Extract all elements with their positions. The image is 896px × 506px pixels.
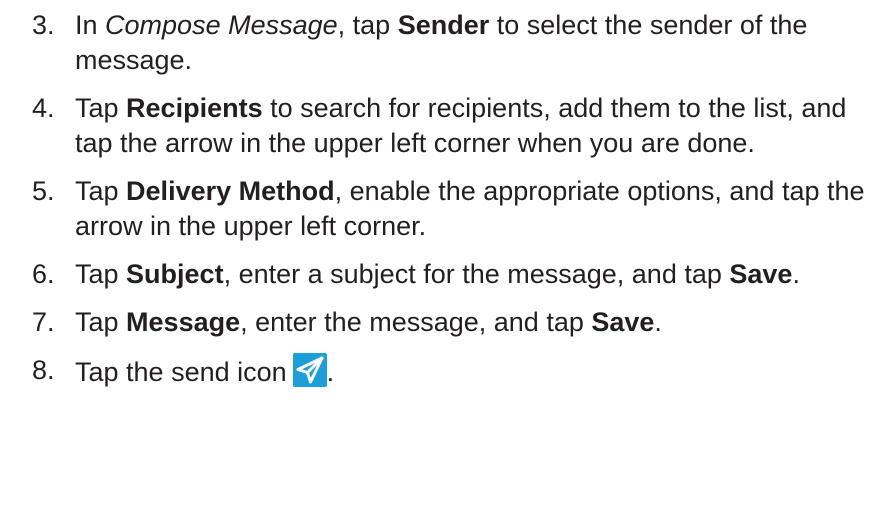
bold-message: Message	[126, 307, 241, 337]
document-page: 3. In Compose Message, tap Sender to sel…	[0, 0, 896, 506]
emphasis-compose-message: Compose Message	[105, 10, 338, 40]
bold-save: Save	[591, 307, 655, 337]
step-text: Tap the send icon.	[75, 353, 335, 387]
step-3: 3. In Compose Message, tap Sender to sel…	[0, 8, 886, 78]
text-run: , enter the message, and tap	[240, 307, 592, 337]
text-run: , enter a subject for the message, and t…	[223, 259, 730, 289]
step-5: 5. Tap Delivery Method, enable the appro…	[0, 174, 886, 244]
text-run: Tap	[75, 93, 127, 123]
step-number: 5.	[32, 176, 55, 206]
text-run: In	[75, 10, 106, 40]
step-text: Tap Message, enter the message, and tap …	[75, 307, 662, 337]
text-run: Tap the send icon	[75, 357, 287, 387]
text-run: .	[326, 357, 335, 387]
step-text: In Compose Message, tap Sender to select…	[75, 10, 807, 75]
step-number: 7.	[32, 307, 55, 337]
step-text: Tap Subject, enter a subject for the mes…	[75, 259, 800, 289]
bold-delivery-method: Delivery Method	[126, 176, 335, 206]
step-text: Tap Delivery Method, enable the appropri…	[75, 176, 865, 241]
step-text: Tap Recipients to search for recipients,…	[75, 93, 846, 158]
text-run: Tap	[75, 176, 127, 206]
text-run: .	[792, 259, 800, 289]
step-number: 4.	[32, 93, 55, 123]
step-number: 6.	[32, 259, 55, 289]
text-run: Tap	[75, 259, 127, 289]
bold-sender: Sender	[397, 10, 490, 40]
bold-subject: Subject	[126, 259, 224, 289]
step-7: 7. Tap Message, enter the message, and t…	[0, 305, 886, 340]
step-number: 8.	[32, 355, 55, 385]
bold-recipients: Recipients	[126, 93, 263, 123]
step-4: 4. Tap Recipients to search for recipien…	[0, 91, 886, 161]
instruction-steps: 3. In Compose Message, tap Sender to sel…	[0, 8, 886, 390]
bold-save: Save	[729, 259, 793, 289]
step-6: 6. Tap Subject, enter a subject for the …	[0, 257, 886, 292]
text-run: .	[654, 307, 662, 337]
step-8: 8. Tap the send icon.	[0, 353, 886, 390]
step-number: 3.	[32, 10, 55, 40]
send-icon	[292, 353, 327, 387]
text-run: , tap	[337, 10, 398, 40]
text-run: Tap	[75, 307, 127, 337]
